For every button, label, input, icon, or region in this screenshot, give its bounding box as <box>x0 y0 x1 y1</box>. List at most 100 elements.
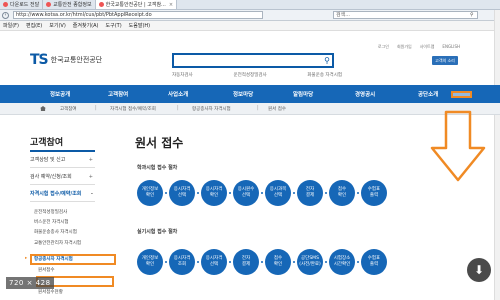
menu-edit[interactable]: 편집(E) <box>26 22 42 29</box>
nav-item[interactable]: 정보마당 <box>233 90 253 98</box>
sitemap-link[interactable]: 사이트맵 <box>420 44 435 50</box>
nav-item[interactable]: 사업소개 <box>168 90 188 98</box>
keyword-link[interactable]: 운전적성정밀검사 <box>234 72 267 78</box>
sidebar-subitem[interactable]: 원서접수현황 <box>38 289 63 295</box>
login-link[interactable]: 로그인 <box>378 44 389 50</box>
step-connector <box>357 192 359 194</box>
close-icon[interactable]: × <box>169 2 173 8</box>
sidebar-title: 고객참여 <box>30 138 64 148</box>
popular-keywords: 자동차검사 운전적성정밀검사 화물운송 자격시험 <box>172 72 342 78</box>
breadcrumb-item: 원서 접수 <box>268 107 286 112</box>
back-arrow-icon[interactable]: ‹ <box>2 11 9 19</box>
sidebar-subitem[interactable]: 버스운전 자격시험 <box>34 219 69 225</box>
nav-item[interactable]: 공단소개 <box>418 90 438 98</box>
step-connector <box>325 192 327 194</box>
english-link[interactable]: ENGLISH <box>442 44 460 50</box>
menu-tools[interactable]: 도구(T) <box>106 22 122 29</box>
nav-item[interactable]: 경영공시 <box>355 90 375 98</box>
browser-search-input[interactable]: 검색... <box>333 11 478 19</box>
page-scrollbar[interactable] <box>494 10 500 300</box>
sidebar-item[interactable]: 고객상담 및 신고 + <box>30 153 95 168</box>
pointer-arrow-icon: ▸ <box>25 256 28 261</box>
step-circle: 수험표 출력 <box>361 249 387 275</box>
step-circle: 개인정보 확인 <box>137 249 163 275</box>
highlight-box <box>451 91 472 98</box>
menu-favorites[interactable]: 즐겨찾기(A) <box>73 22 99 29</box>
search-icon[interactable]: ⚲ <box>470 12 474 18</box>
nav-item[interactable]: 정보공개 <box>50 90 70 98</box>
utility-links: 로그인 회원가입 사이트맵 ENGLISH <box>330 44 500 50</box>
sidebar-subitem[interactable]: 화물운송종사 자격시험 <box>34 229 77 235</box>
down-arrow-icon <box>430 110 486 182</box>
step-connector <box>261 192 263 194</box>
nav-item[interactable]: 고객참여 <box>108 90 128 98</box>
customer-voice-button[interactable]: 고객의 소리 <box>432 56 458 65</box>
step-connector <box>229 192 231 194</box>
step-connector <box>165 192 167 194</box>
step-connector <box>197 192 199 194</box>
sidebar-subitem[interactable]: 교통안전관리자 자격시험 <box>34 240 81 246</box>
menu-view[interactable]: 보기(V) <box>49 22 66 29</box>
step-circle: 응시원수 선택 <box>233 180 259 206</box>
step-circle: 시험장소 시간확인 <box>329 249 355 275</box>
keyword-link[interactable]: 화물운송 자격시험 <box>307 72 342 78</box>
sidebar-item-label: 자격시험 접수/예약/조회 <box>30 191 82 197</box>
address-bar: ‹ http://www.kotsa.or.kr/html/cus/pbt/Pb… <box>0 10 500 21</box>
step-circle: 전자 결제 <box>297 180 323 206</box>
breadcrumb-item[interactable]: 항공종사자 자격시험 <box>192 106 231 112</box>
nav-item[interactable]: 알림마당 <box>293 90 313 98</box>
tab-favicon-icon <box>46 2 52 7</box>
breadcrumb-separator: | <box>95 105 97 111</box>
highlight-box <box>30 254 116 265</box>
breadcrumb-separator: | <box>257 105 259 111</box>
sidebar-item-label: 고객상담 및 신고 <box>30 157 66 163</box>
browser-tab[interactable]: 다운로드 전달 <box>0 0 44 9</box>
step-circle: 응시과목 선택 <box>265 180 291 206</box>
sidebar-subitem[interactable]: 운전적성정밀검사 <box>34 209 67 215</box>
breadcrumb-item[interactable]: 자격시험 접수/예약/조회 <box>110 106 156 112</box>
step-circle: 전자 결제 <box>233 249 259 275</box>
sidebar-item-active[interactable]: 자격시험 접수/예약/조회 - <box>30 187 95 202</box>
menu-help[interactable]: 도움말(H) <box>129 22 150 29</box>
step-connector <box>357 261 359 263</box>
sidebar-item[interactable]: 검사 예약/신청/조회 + <box>30 170 95 185</box>
sidebar-subitem[interactable]: 원서접수 <box>38 267 55 273</box>
breadcrumb-item[interactable]: 고객참여 <box>60 106 77 112</box>
download-icon[interactable]: ⬇ <box>467 258 491 282</box>
keyword-link[interactable]: 자동차검사 <box>172 72 193 78</box>
step-connector <box>293 192 295 194</box>
step-circle: 접수 확인 <box>329 180 355 206</box>
tab-label: 한국교통안전공단 | 고객참... <box>105 2 166 8</box>
browser-tab[interactable]: 교통안전 종합정보 <box>43 0 96 9</box>
section-title: 실기시험 접수 절차 <box>137 229 178 235</box>
breadcrumb-separator: | <box>177 105 179 111</box>
site-logo[interactable]: TS 한국교통안전공단 <box>30 52 102 68</box>
logo-mark: TS <box>30 52 49 68</box>
tab-favicon-icon <box>3 2 8 7</box>
signup-link[interactable]: 회원가입 <box>397 44 412 50</box>
home-icon[interactable] <box>40 106 46 111</box>
step-connector <box>325 261 327 263</box>
step-circle: 응시자격 조회 <box>169 249 195 275</box>
page-title: 원서 접수 <box>135 136 184 150</box>
step-circle: 접수 확인 <box>265 249 291 275</box>
step-connector <box>165 261 167 263</box>
step-circle: 수험표 출력 <box>361 180 387 206</box>
browser-tab-active[interactable]: 한국교통안전공단 | 고객참... × <box>95 0 178 9</box>
site-search-input[interactable]: ⚲ <box>172 53 334 68</box>
expand-icon: + <box>88 157 93 163</box>
menu-file[interactable]: 파일(F) <box>3 22 19 29</box>
step-circle: 응시자격 선택 <box>169 180 195 206</box>
expand-icon: + <box>88 174 93 180</box>
main-nav: 정보공개 고객참여 사업소개 정보마당 알림마당 경영공시 공단소개 <box>0 85 500 103</box>
url-input[interactable]: http://www.kotsa.or.kr/html/cus/pbt/PbtA… <box>13 11 263 19</box>
sidebar-item-label: 검사 예약/신청/조회 <box>30 174 72 180</box>
collapse-icon: - <box>90 191 93 197</box>
tab-favicon-icon <box>98 2 104 7</box>
step-circle: 응시자격 확인 <box>201 180 227 206</box>
step-circle: 응시자격 선택 <box>201 249 227 275</box>
step-circle: 공단SMS (사전/완료) <box>297 249 323 275</box>
step-connector <box>261 261 263 263</box>
search-icon[interactable]: ⚲ <box>324 56 330 65</box>
divider <box>30 150 95 152</box>
